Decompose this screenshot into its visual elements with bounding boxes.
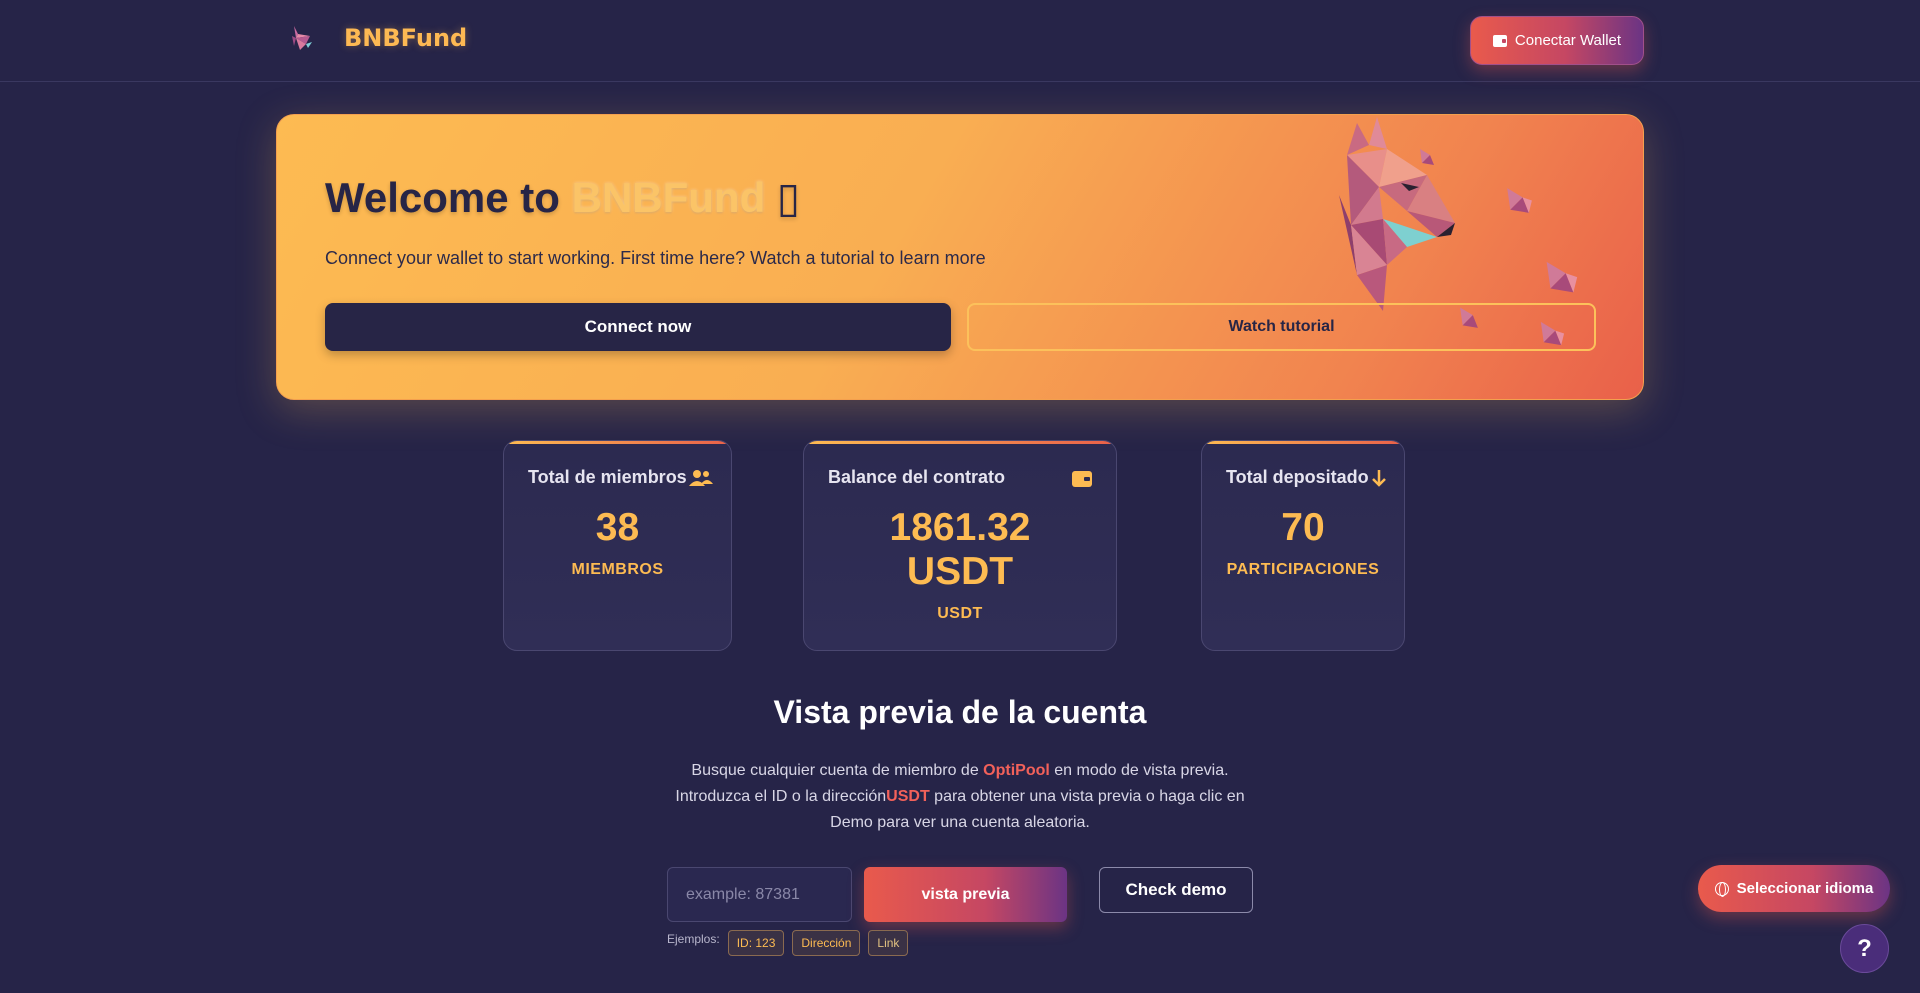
stat-card-header: Total de miembros <box>528 467 713 488</box>
stat-value: 70 <box>1281 506 1325 549</box>
stat-card-deposited: Total depositado 70 PARTICIPACIONES <box>1201 440 1405 651</box>
stat-title: Balance del contrato <box>828 467 1006 487</box>
account-search-input[interactable] <box>667 867 852 922</box>
hero-subtitle: Connect your wallet to start working. Fi… <box>325 248 986 268</box>
welcome-hero: Welcome to BNBFund ▯ Connect your wallet… <box>276 114 1644 400</box>
users-icon <box>688 469 713 486</box>
select-language-label: Seleccionar idioma <box>1736 880 1874 897</box>
stat-card-header: Total depositado <box>1226 467 1387 488</box>
stat-unit: MIEMBROS <box>571 561 664 578</box>
hero-title: Welcome to BNBFund ▯ <box>325 173 800 222</box>
preview-desc-part1: Busque cualquier cuenta de miembro de <box>691 762 984 779</box>
arrow-down-icon <box>1371 469 1386 487</box>
check-demo-button[interactable]: Check demo <box>1099 867 1253 913</box>
help-button[interactable]: ? <box>1840 924 1889 973</box>
stat-title: Total depositado <box>1226 467 1369 487</box>
stat-value-currency: USDT <box>906 550 1014 593</box>
preview-button[interactable]: vista previa <box>864 867 1067 922</box>
brand-logo[interactable]: BNBFund <box>288 24 467 52</box>
globe-icon <box>1714 881 1729 897</box>
mini-wolf-icon <box>1507 188 1532 213</box>
hero-title-suffix: ▯ <box>765 174 801 221</box>
stat-unit: PARTICIPACIONES <box>1226 561 1380 578</box>
brand-name: BNBFund <box>344 24 468 52</box>
wallet-icon <box>1492 34 1507 47</box>
example-tag-id[interactable]: ID: 123 <box>727 930 785 956</box>
mini-wolf-icon <box>1420 149 1434 165</box>
connect-wallet-button[interactable]: Conectar Wallet <box>1470 16 1644 65</box>
stat-value: 38 <box>595 506 640 549</box>
top-header: BNBFund Conectar Wallet <box>0 0 1920 82</box>
stat-unit: USDT <box>937 605 983 622</box>
preview-title: Vista previa de la cuenta <box>773 694 1147 730</box>
preview-desc-highlight-usdt: USDT <box>886 788 930 805</box>
mini-wolf-icon <box>1546 261 1578 293</box>
wolf-logo-icon <box>292 26 312 50</box>
preview-desc-highlight-optipool: OptiPool <box>983 762 1050 779</box>
examples-row: Ejemplos: ID: 123 Dirección Link <box>667 930 909 956</box>
stat-card-members: Total de miembros 38 MIEMBROS <box>503 440 732 651</box>
hero-title-brand: BNBFund <box>571 174 766 221</box>
stat-card-balance: Balance del contrato 1861.32 USDT USDT <box>803 440 1117 651</box>
select-language-button[interactable]: Seleccionar idioma <box>1698 865 1890 912</box>
hero-title-prefix: Welcome to <box>325 174 572 221</box>
stat-card-header: Balance del contrato <box>828 467 1092 488</box>
preview-description: Busque cualquier cuenta de miembro de Op… <box>660 758 1260 836</box>
examples-label: Ejemplos: <box>667 932 720 946</box>
connect-now-button[interactable]: Connect now <box>325 303 951 351</box>
stat-value: 1861.32 <box>889 506 1031 549</box>
stat-title: Total de miembros <box>528 467 687 487</box>
example-tag-link[interactable]: Link <box>868 930 909 956</box>
watch-tutorial-button[interactable]: Watch tutorial <box>967 303 1596 351</box>
wallet-icon <box>1072 470 1092 487</box>
example-tag-address[interactable]: Dirección <box>792 930 861 956</box>
connect-wallet-label: Conectar Wallet <box>1514 32 1622 49</box>
